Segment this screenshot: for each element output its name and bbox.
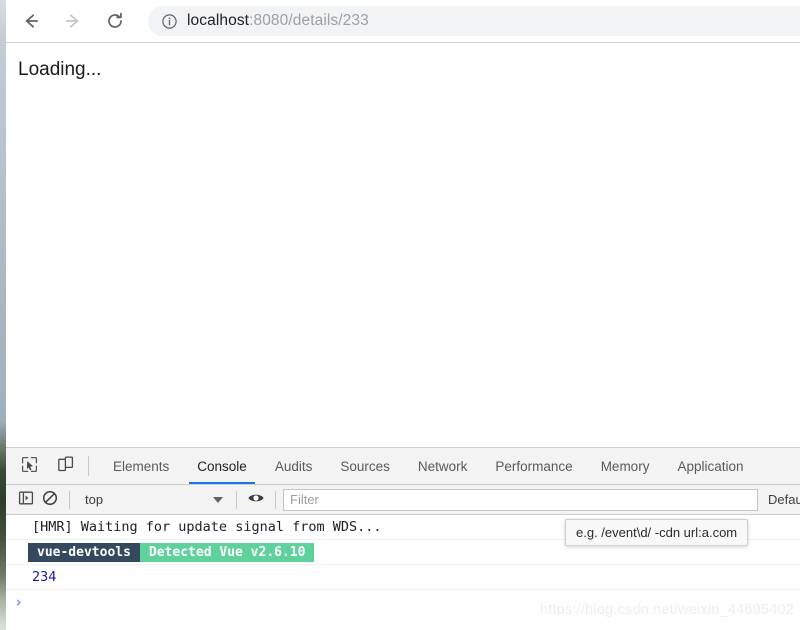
toolbar-divider (88, 456, 89, 476)
address-bar-path: :8080/details/233 (249, 12, 369, 29)
live-expression-button[interactable] (244, 488, 268, 512)
arrow-left-icon (21, 11, 41, 31)
clear-console-icon (42, 490, 58, 509)
vue-devtools-name-badge: vue-devtools (28, 542, 140, 562)
tab-sources[interactable]: Sources (326, 448, 404, 484)
device-toolbar-icon (57, 456, 74, 476)
address-bar-host: localhost (187, 12, 250, 29)
page-viewport: Loading... (6, 42, 800, 447)
console-context-value: top (85, 492, 104, 507)
device-toolbar-button[interactable] (52, 453, 78, 479)
tab-elements[interactable]: Elements (99, 448, 183, 484)
inspect-element-icon (21, 456, 38, 476)
address-bar[interactable]: localhost:8080/details/233 (148, 6, 800, 36)
tab-memory[interactable]: Memory (587, 448, 664, 484)
tab-console[interactable]: Console (183, 448, 261, 484)
back-button[interactable] (14, 4, 48, 38)
console-sidebar-button[interactable] (14, 488, 38, 512)
address-bar-url: localhost:8080/details/233 (187, 12, 369, 30)
tab-application[interactable]: Application (663, 448, 757, 484)
eye-icon (247, 489, 265, 510)
console-sidebar-icon (18, 490, 34, 509)
tab-audits[interactable]: Audits (261, 448, 327, 484)
console-toolbar: top Defau (6, 485, 800, 515)
console-toolbar-divider-2 (236, 490, 237, 509)
inspect-element-button[interactable] (16, 453, 42, 479)
devtools-tabbar: Elements Console Audits Sources Network … (6, 448, 800, 485)
vue-devtools-detail-badge: Detected Vue v2.6.10 (139, 542, 315, 562)
console-filter-input[interactable] (283, 488, 758, 511)
filter-tooltip: e.g. /event\d/ -cdn url:a.com (565, 519, 749, 546)
chevron-down-icon (213, 496, 223, 503)
reload-icon (105, 11, 125, 31)
page-loading-text: Loading... (18, 59, 102, 80)
console-toolbar-divider-3 (275, 490, 276, 509)
devtools-tool-icons (6, 448, 78, 484)
forward-button[interactable] (56, 4, 90, 38)
browser-toolbar: localhost:8080/details/233 (0, 0, 800, 42)
devtools-tabs: Elements Console Audits Sources Network … (99, 448, 758, 484)
clear-console-button[interactable] (38, 488, 62, 512)
console-toolbar-divider-1 (69, 490, 70, 509)
console-context-selector[interactable]: top (77, 489, 229, 511)
window-left-edge (0, 0, 6, 630)
info-circle-icon[interactable] (160, 12, 178, 30)
console-levels-selector[interactable]: Defau (758, 492, 800, 507)
reload-button[interactable] (98, 4, 132, 38)
browser-window: localhost:8080/details/233 Loading... El… (0, 0, 800, 630)
arrow-right-icon (63, 11, 83, 31)
tab-performance[interactable]: Performance (481, 448, 586, 484)
console-input-prompt[interactable]: › (6, 590, 800, 614)
console-result-value: 234 (6, 565, 800, 590)
prompt-caret-icon: › (14, 592, 24, 611)
tab-network[interactable]: Network (404, 448, 482, 484)
